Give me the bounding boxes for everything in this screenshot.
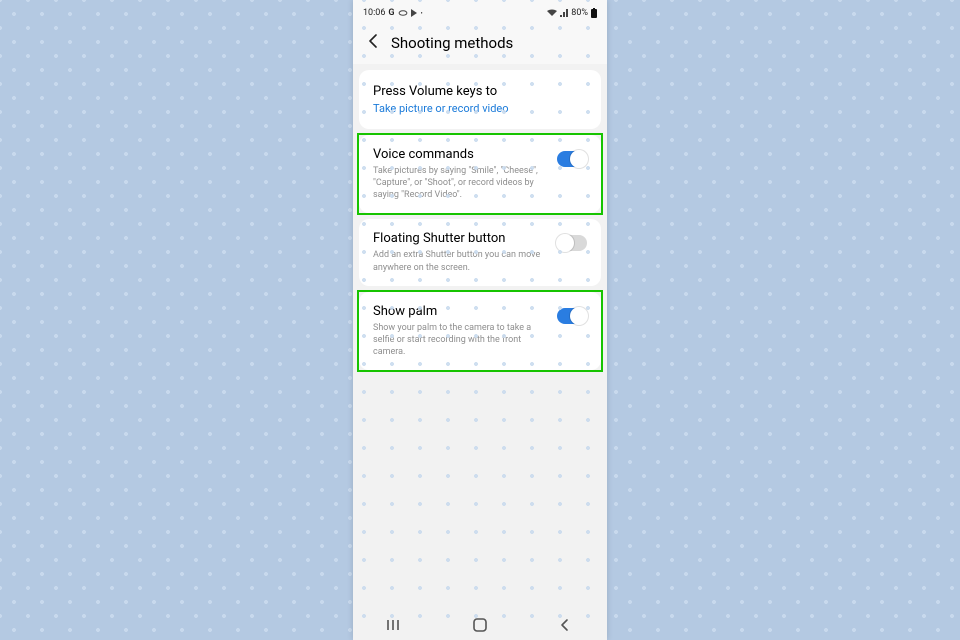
status-bar: 10:06 G • 80% bbox=[353, 0, 607, 23]
volume-keys-value: Take picture or record video bbox=[373, 102, 587, 115]
clock: 10:06 bbox=[363, 8, 385, 18]
nav-back-button[interactable] bbox=[556, 616, 574, 634]
setting-desc: Show your palm to the camera to take a s… bbox=[373, 322, 547, 358]
setting-desc: Add an extra Shutter button you can move… bbox=[373, 249, 547, 273]
play-icon bbox=[411, 9, 418, 17]
signal-icon bbox=[560, 9, 568, 17]
setting-name: Voice commands bbox=[373, 147, 547, 162]
nfc-icon bbox=[398, 9, 408, 17]
toggle-switch[interactable] bbox=[557, 151, 587, 167]
phone-frame: 10:06 G • 80% bbox=[353, 0, 607, 640]
volume-keys-label: Press Volume keys to bbox=[373, 84, 587, 99]
setting-desc: Take pictures by saying "Smile", "Cheese… bbox=[373, 165, 547, 201]
setting-name: Floating Shutter button bbox=[373, 231, 547, 246]
nav-bar bbox=[353, 610, 607, 640]
recents-button[interactable] bbox=[386, 616, 404, 634]
highlight-box bbox=[357, 290, 603, 372]
toggle-switch[interactable] bbox=[557, 235, 587, 251]
highlight-box bbox=[357, 133, 603, 215]
toggle-switch[interactable] bbox=[557, 308, 587, 324]
dot-icon: • bbox=[421, 10, 423, 17]
setting-row-floating-shutter-button[interactable]: Floating Shutter button Add an extra Shut… bbox=[359, 219, 601, 285]
page-title: Shooting methods bbox=[391, 34, 513, 52]
g-icon: G bbox=[388, 8, 394, 18]
back-icon[interactable] bbox=[367, 33, 381, 52]
setting-row-voice-commands[interactable]: Voice commands Take pictures by saying "S… bbox=[359, 135, 601, 213]
wallpaper: 10:06 G • 80% bbox=[0, 0, 960, 640]
battery-text: 80% bbox=[571, 8, 588, 18]
setting-row-show-palm[interactable]: Show palm Show your palm to the camera to… bbox=[359, 292, 601, 370]
volume-keys-row[interactable]: Press Volume keys to Take picture or rec… bbox=[359, 70, 601, 129]
battery-icon bbox=[591, 8, 597, 18]
setting-name: Show palm bbox=[373, 304, 547, 319]
wifi-icon bbox=[547, 9, 557, 17]
app-bar: Shooting methods bbox=[353, 23, 607, 64]
home-button[interactable] bbox=[471, 616, 489, 634]
